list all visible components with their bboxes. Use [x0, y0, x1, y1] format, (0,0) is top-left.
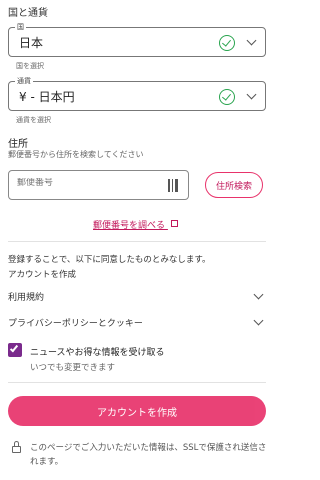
newsletter-label[interactable]: ニュースやお得な情報を受け取る	[30, 345, 165, 358]
divider	[8, 241, 266, 242]
country-currency-heading: 国と通貨	[8, 8, 48, 19]
country-select[interactable]: 国 日本	[8, 22, 266, 57]
chevron-down-icon	[253, 315, 264, 326]
external-link-icon	[170, 220, 178, 227]
currency-legend: 通貨	[15, 76, 33, 86]
newsletter-sublabel: いつでも変更できます	[30, 363, 116, 373]
create-account-button[interactable]: アカウントを作成	[8, 396, 266, 426]
currency-helper: 通貨を選択	[16, 116, 51, 124]
terms-row[interactable]: 利用規約	[8, 285, 266, 307]
divider	[8, 382, 266, 383]
barcode-icon[interactable]	[168, 179, 178, 192]
currency-select[interactable]: 通貨 ¥ - 日本円	[8, 76, 266, 111]
agreement-subtitle: アカウントを作成	[8, 270, 77, 280]
postal-lookup-label: 郵便番号を調べる	[93, 221, 166, 231]
agreement-intro: 登録することで、以下に同意したものとみなします。	[8, 255, 211, 265]
lock-icon	[12, 441, 21, 453]
postal-code-field[interactable]	[17, 178, 157, 188]
privacy-row[interactable]: プライバシーポリシーとクッキー	[8, 311, 266, 333]
address-search-button[interactable]: 住所検索	[205, 172, 263, 198]
privacy-label: プライバシーポリシーとクッキー	[8, 319, 143, 329]
country-legend: 国	[15, 22, 26, 32]
postal-code-input[interactable]	[8, 170, 189, 200]
country-value: 日本	[19, 36, 44, 50]
check-circle-icon	[219, 35, 235, 51]
address-description: 郵便番号から住所を検索してください	[8, 150, 144, 159]
newsletter-checkbox[interactable]	[8, 343, 22, 357]
postal-lookup-link[interactable]: 郵便番号を調べる	[93, 218, 178, 231]
chevron-down-icon	[253, 289, 264, 300]
country-helper: 国を選択	[16, 62, 44, 70]
chevron-down-icon	[246, 35, 257, 46]
terms-label: 利用規約	[8, 293, 45, 303]
check-circle-icon	[219, 89, 235, 105]
security-note: このページでご入力いただいた情報は、SSLで保護され送信されます。	[30, 443, 267, 467]
chevron-down-icon	[246, 89, 257, 100]
address-title: 住所	[8, 139, 28, 150]
currency-value: ¥ - 日本円	[19, 90, 75, 104]
checkmark-icon	[9, 343, 19, 353]
